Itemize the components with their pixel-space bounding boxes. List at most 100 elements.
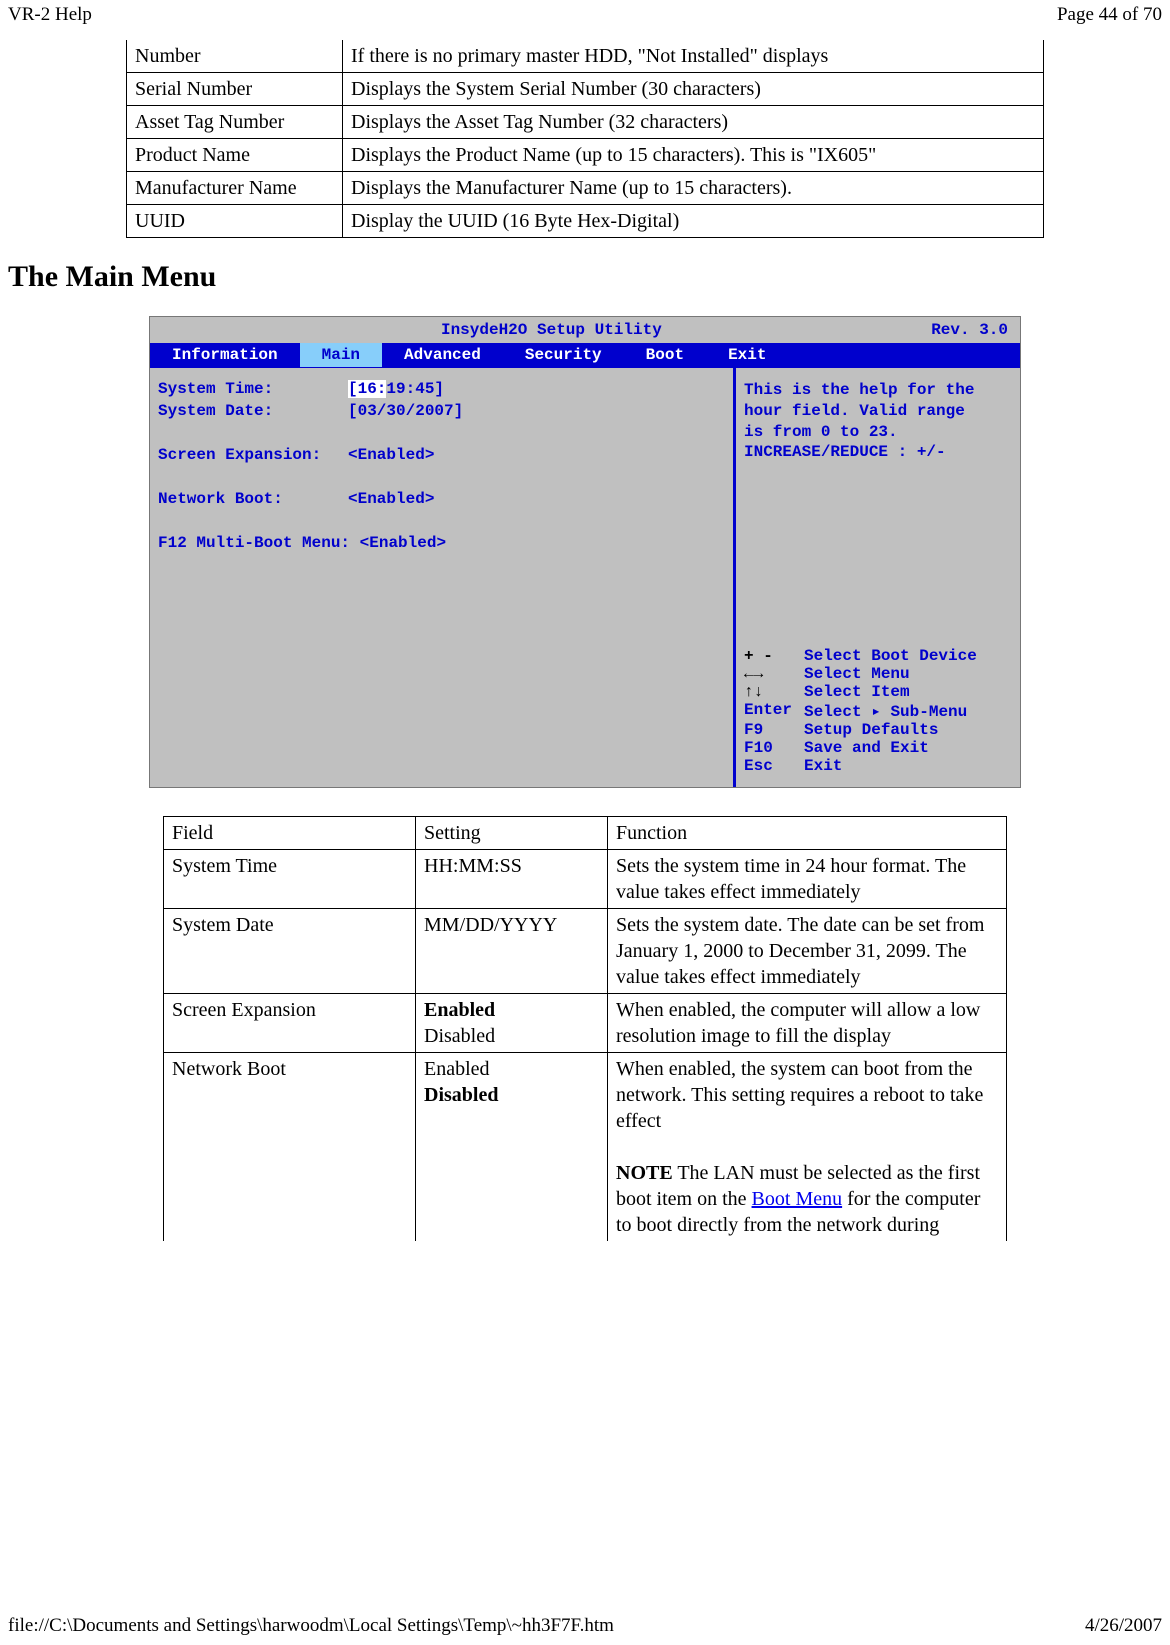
key-up-down-icon: ↑↓ xyxy=(744,683,804,701)
bios-revision: Rev. 3.0 xyxy=(931,321,1008,339)
bios-help-text: This is the help for the hour field. Val… xyxy=(744,380,1012,463)
bios-spacer xyxy=(162,321,172,339)
cell-setting: MM/DD/YYYY xyxy=(416,909,608,994)
cell-setting: Enabled Disabled xyxy=(416,1053,608,1242)
system-time-row[interactable]: System Time: [16:19:45] xyxy=(158,380,725,398)
cell-setting: HH:MM:SS xyxy=(416,850,608,909)
help-line: This is the help for the xyxy=(744,380,1012,401)
page-header: VR-2 Help Page 44 of 70 xyxy=(0,0,1170,30)
bios-settings-pane: System Time: [16:19:45] System Date: [03… xyxy=(150,368,735,787)
network-boot-value[interactable]: <Enabled> xyxy=(348,490,434,508)
f12-multiboot-row[interactable]: F12 Multi-Boot Menu: <Enabled> xyxy=(158,534,725,552)
bios-key-legend: + -Select Boot Device ←→Select Menu ↑↓Se… xyxy=(744,647,1012,775)
tab-security[interactable]: Security xyxy=(503,343,624,367)
boot-menu-link[interactable]: Boot Menu xyxy=(752,1188,843,1210)
system-time-label: System Time: xyxy=(158,380,348,398)
bios-body: System Time: [16:19:45] System Date: [03… xyxy=(150,367,1020,787)
cell-desc: Displays the Asset Tag Number (32 charac… xyxy=(343,106,1044,139)
page-content: Number If there is no primary master HDD… xyxy=(0,40,1170,1241)
setting-option: Enabled xyxy=(424,1058,490,1080)
key-row: EscExit xyxy=(744,757,1012,775)
file-path: file://C:\Documents and Settings\harwood… xyxy=(8,1615,614,1637)
help-line: INCREASE/REDUCE : +/- xyxy=(744,442,1012,463)
network-boot-row[interactable]: Network Boot: <Enabled> xyxy=(158,490,725,508)
cell-function: Sets the system time in 24 hour format. … xyxy=(608,850,1007,909)
key-row: EnterSelect ▸ Sub-Menu xyxy=(744,701,1012,721)
table-row: System Time HH:MM:SS Sets the system tim… xyxy=(164,850,1007,909)
key-row: + -Select Boot Device xyxy=(744,647,1012,665)
screen-expansion-row[interactable]: Screen Expansion: <Enabled> xyxy=(158,446,725,464)
col-field: Field xyxy=(164,817,416,850)
key-esc: Esc xyxy=(744,757,804,775)
spacer-row xyxy=(158,512,725,530)
bios-titlebar: InsydeH2O Setup Utility Rev. 3.0 xyxy=(150,317,1020,343)
key-left-right-icon: ←→ xyxy=(744,665,804,683)
key-row: ↑↓Select Item xyxy=(744,683,1012,701)
help-line: hour field. Valid range xyxy=(744,401,1012,422)
cell-field: System Time xyxy=(164,850,416,909)
key-plus-minus-icon: + - xyxy=(744,647,804,665)
bios-title-text: InsydeH2O Setup Utility xyxy=(172,321,932,339)
key-row: ←→Select Menu xyxy=(744,665,1012,683)
key-desc: Setup Defaults xyxy=(804,721,938,739)
system-date-row[interactable]: System Date: [03/30/2007] xyxy=(158,402,725,420)
tab-main[interactable]: Main xyxy=(300,343,382,367)
cell-function: When enabled, the computer will allow a … xyxy=(608,994,1007,1053)
info-table: Number If there is no primary master HDD… xyxy=(126,40,1044,238)
bios-screenshot: InsydeH2O Setup Utility Rev. 3.0 Informa… xyxy=(149,316,1021,788)
key-row: F10Save and Exit xyxy=(744,739,1012,757)
key-desc: Save and Exit xyxy=(804,739,929,757)
key-enter: Enter xyxy=(744,701,804,721)
system-date-value[interactable]: [03/30/2007] xyxy=(348,402,463,420)
note-label: NOTE xyxy=(616,1162,673,1184)
bios-help-pane: This is the help for the hour field. Val… xyxy=(735,368,1020,787)
table-row: Screen Expansion Enabled Disabled When en… xyxy=(164,994,1007,1053)
spacer-row xyxy=(158,424,725,442)
cell-field: Manufacturer Name xyxy=(127,172,343,205)
time-rest: 19:45] xyxy=(386,380,444,398)
cell-field: Product Name xyxy=(127,139,343,172)
hour-selected[interactable]: [16: xyxy=(348,380,386,398)
key-desc: Select ▸ Sub-Menu xyxy=(804,701,967,721)
table-row: Network Boot EnabledDisabled When enable… xyxy=(164,1053,1007,1242)
col-setting: Setting xyxy=(416,817,608,850)
cell-field: System Date xyxy=(164,909,416,994)
screen-expansion-label: Screen Expansion: xyxy=(158,446,348,464)
setting-default: Enabled xyxy=(424,999,495,1021)
tab-advanced[interactable]: Advanced xyxy=(382,343,503,367)
key-desc: Select Menu xyxy=(804,665,910,683)
key-f9: F9 xyxy=(744,721,804,739)
tab-boot[interactable]: Boot xyxy=(624,343,706,367)
page-footer: file://C:\Documents and Settings\harwood… xyxy=(0,1611,1170,1641)
table-row: Product Name Displays the Product Name (… xyxy=(127,139,1044,172)
table-row: Serial Number Displays the System Serial… xyxy=(127,73,1044,106)
function-text: When enabled, the system can boot from t… xyxy=(616,1058,983,1132)
setting-default: Disabled xyxy=(424,1084,498,1106)
section-heading: The Main Menu xyxy=(8,260,1162,294)
key-desc: Select Boot Device xyxy=(804,647,977,665)
screen-expansion-value[interactable]: <Enabled> xyxy=(348,446,434,464)
system-date-label: System Date: xyxy=(158,402,348,420)
footer-date: 4/26/2007 xyxy=(1085,1615,1162,1637)
cell-field: Screen Expansion xyxy=(164,994,416,1053)
network-boot-label: Network Boot: xyxy=(158,490,348,508)
tab-exit[interactable]: Exit xyxy=(706,343,788,367)
setting-option: Disabled xyxy=(424,1025,495,1047)
system-time-value[interactable]: [16:19:45] xyxy=(348,380,444,398)
cell-setting: Enabled Disabled xyxy=(416,994,608,1053)
table-row: Asset Tag Number Displays the Asset Tag … xyxy=(127,106,1044,139)
table-header-row: Field Setting Function xyxy=(164,817,1007,850)
f12-multiboot-text: F12 Multi-Boot Menu: <Enabled> xyxy=(158,534,446,552)
main-menu-table: Field Setting Function System Time HH:MM… xyxy=(163,816,1007,1241)
cell-desc: If there is no primary master HDD, "Not … xyxy=(343,40,1044,73)
table-row: UUID Display the UUID (16 Byte Hex-Digit… xyxy=(127,205,1044,238)
cell-function: Sets the system date. The date can be se… xyxy=(608,909,1007,994)
table-row: System Date MM/DD/YYYY Sets the system d… xyxy=(164,909,1007,994)
table-row: Manufacturer Name Displays the Manufactu… xyxy=(127,172,1044,205)
cell-desc: Displays the Product Name (up to 15 char… xyxy=(343,139,1044,172)
key-f10: F10 xyxy=(744,739,804,757)
key-desc: Select Item xyxy=(804,683,910,701)
tab-information[interactable]: Information xyxy=(150,343,300,367)
cell-field: Asset Tag Number xyxy=(127,106,343,139)
col-function: Function xyxy=(608,817,1007,850)
